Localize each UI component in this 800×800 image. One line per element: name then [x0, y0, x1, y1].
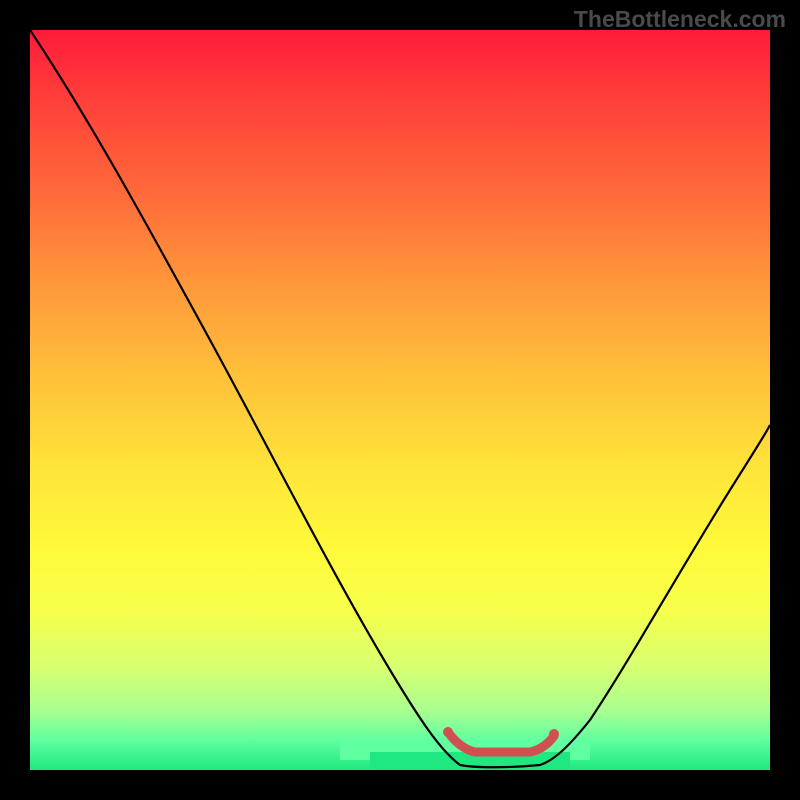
- optimal-zone-start-dot: [443, 727, 453, 737]
- chart-plot-area: [30, 30, 770, 770]
- optimal-zone-end-dot: [549, 729, 559, 739]
- chart-svg: [30, 30, 770, 770]
- bottleneck-curve: [30, 30, 770, 767]
- watermark-text: TheBottleneck.com: [574, 6, 786, 33]
